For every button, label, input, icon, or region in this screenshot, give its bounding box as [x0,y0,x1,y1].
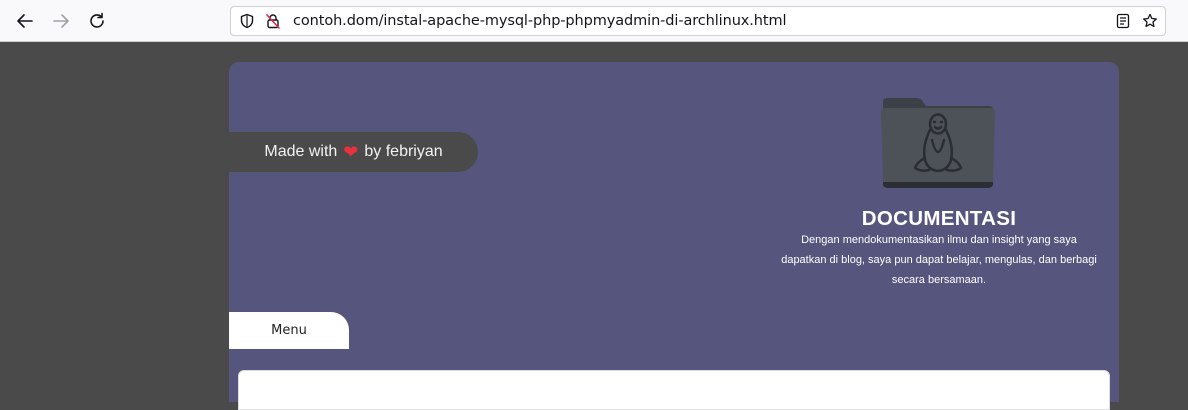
not-secure-lock-icon[interactable] [265,13,281,29]
made-with-prefix: Made with [264,143,338,160]
url-text[interactable]: contoh.dom/instal-apache-mysql-php-phpmy… [293,13,787,29]
browser-toolbar: contoh.dom/instal-apache-mysql-php-phpmy… [0,0,1188,42]
section-description: Dengan mendokumentasikan ilmu dan insigh… [781,234,1097,286]
reload-icon [90,12,104,28]
linux-folder-icon [881,98,995,188]
heart-icon: ❤ [343,142,359,162]
site-header: Made with ❤ by febriyan DOCUMENTASI Deng… [229,62,1119,402]
main-content-card [238,370,1110,410]
reader-view-icon[interactable] [1115,13,1131,29]
back-arrow-icon [17,14,33,28]
back-button[interactable] [13,9,37,33]
menu-label: Menu [271,323,307,338]
menu-tab[interactable]: Menu [229,312,349,349]
reload-button[interactable] [85,9,109,33]
forward-button[interactable] [49,9,73,33]
made-with-badge: Made with ❤ by febriyan [229,132,478,172]
address-bar[interactable]: contoh.dom/instal-apache-mysql-php-phpmy… [230,6,1166,36]
section-title: DOCUMENTASI [861,207,1017,230]
bookmark-star-icon[interactable] [1142,13,1158,29]
made-with-suffix: by febriyan [364,143,443,160]
shield-icon[interactable] [239,13,255,29]
page-content: Made with ❤ by febriyan DOCUMENTASI Deng… [0,42,1188,410]
forward-arrow-icon [53,14,69,28]
